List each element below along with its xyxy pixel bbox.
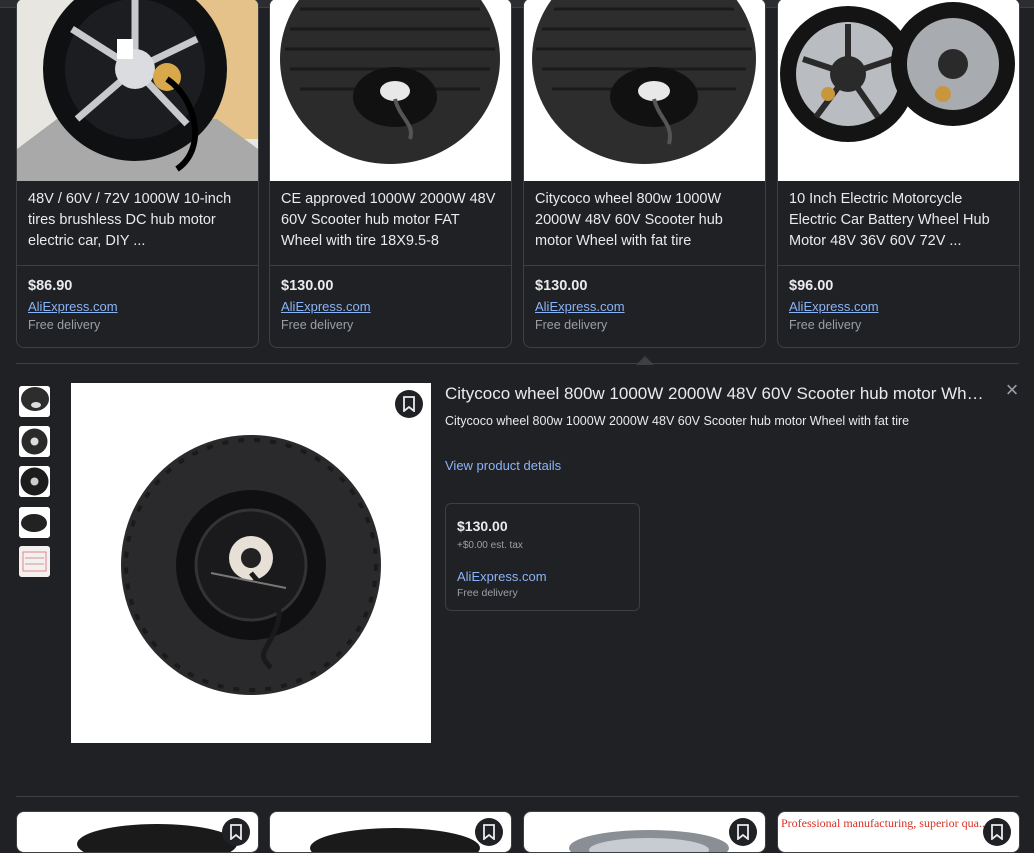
bookmark-icon bbox=[991, 824, 1003, 840]
product-detail-title: Citycoco wheel 800w 1000W 2000W 48V 60V … bbox=[445, 384, 990, 403]
thumbnail-5[interactable] bbox=[19, 546, 50, 577]
delivery-text: Free delivery bbox=[535, 318, 608, 332]
offer-delivery: Free delivery bbox=[457, 587, 518, 599]
result-card[interactable] bbox=[269, 811, 512, 853]
result-card[interactable]: 48V / 60V / 72V 1000W 10-inch tires brus… bbox=[16, 0, 259, 348]
result-card[interactable]: CE approved 1000W 2000W 48V 60V Scooter … bbox=[269, 0, 512, 348]
section-divider bbox=[16, 796, 1019, 797]
result-card[interactable]: 10 Inch Electric Motorcycle Electric Car… bbox=[777, 0, 1020, 348]
thumbnail-2[interactable] bbox=[19, 426, 50, 457]
delivery-text: Free delivery bbox=[28, 318, 101, 332]
thumbnail-4[interactable] bbox=[19, 507, 50, 538]
offer-price: $130.00 bbox=[457, 518, 508, 534]
save-button[interactable] bbox=[395, 390, 423, 418]
product-description: Citycoco wheel 800w 1000W 2000W 48V 60V … bbox=[445, 414, 910, 428]
bookmark-icon bbox=[403, 396, 415, 412]
result-card[interactable] bbox=[523, 811, 766, 853]
product-image[interactable] bbox=[778, 0, 1019, 181]
store-link[interactable]: AliExpress.com bbox=[535, 299, 625, 314]
selection-caret bbox=[636, 356, 654, 365]
product-title[interactable]: 48V / 60V / 72V 1000W 10-inch tires brus… bbox=[28, 189, 246, 252]
save-button[interactable] bbox=[983, 818, 1011, 846]
store-link[interactable]: AliExpress.com bbox=[281, 299, 371, 314]
product-image[interactable] bbox=[524, 0, 765, 181]
offer-store-link[interactable]: AliExpress.com bbox=[457, 569, 547, 584]
product-title[interactable]: Citycoco wheel 800w 1000W 2000W 48V 60V … bbox=[535, 189, 753, 252]
product-price: $130.00 bbox=[535, 278, 588, 294]
divider bbox=[778, 265, 1019, 266]
product-title[interactable]: 10 Inch Electric Motorcycle Electric Car… bbox=[789, 189, 1007, 252]
divider bbox=[17, 265, 258, 266]
product-image[interactable] bbox=[270, 0, 511, 181]
product-title[interactable]: CE approved 1000W 2000W 48V 60V Scooter … bbox=[281, 189, 499, 252]
bookmark-icon bbox=[737, 824, 749, 840]
close-icon[interactable]: × bbox=[1002, 379, 1022, 401]
offer-card[interactable]: $130.00 +$0.00 est. tax AliExpress.com F… bbox=[445, 503, 640, 611]
result-card[interactable] bbox=[16, 811, 259, 853]
result-card-selected[interactable]: Citycoco wheel 800w 1000W 2000W 48V 60V … bbox=[523, 0, 766, 348]
offer-tax: +$0.00 est. tax bbox=[457, 540, 523, 551]
main-product-image[interactable] bbox=[71, 383, 431, 743]
save-button[interactable] bbox=[222, 818, 250, 846]
bookmark-icon bbox=[483, 824, 495, 840]
promo-text: Professional manufacturing, superior qua… bbox=[781, 816, 988, 830]
store-link[interactable]: AliExpress.com bbox=[789, 299, 879, 314]
thumbnail-1[interactable] bbox=[19, 386, 50, 417]
delivery-text: Free delivery bbox=[789, 318, 862, 332]
section-divider bbox=[16, 363, 1019, 364]
delivery-text: Free delivery bbox=[281, 318, 354, 332]
product-image[interactable] bbox=[17, 0, 258, 181]
divider bbox=[524, 265, 765, 266]
product-price: $96.00 bbox=[789, 278, 834, 294]
divider bbox=[270, 265, 511, 266]
thumbnail-3[interactable] bbox=[19, 466, 50, 497]
store-link[interactable]: AliExpress.com bbox=[28, 299, 118, 314]
view-product-details-link[interactable]: View product details bbox=[445, 458, 561, 473]
save-button[interactable] bbox=[729, 818, 757, 846]
result-card[interactable]: Professional manufacturing, superior qua… bbox=[777, 811, 1020, 853]
product-price: $130.00 bbox=[281, 278, 334, 294]
product-price: $86.90 bbox=[28, 278, 73, 294]
save-button[interactable] bbox=[475, 818, 503, 846]
bookmark-icon bbox=[230, 824, 242, 840]
